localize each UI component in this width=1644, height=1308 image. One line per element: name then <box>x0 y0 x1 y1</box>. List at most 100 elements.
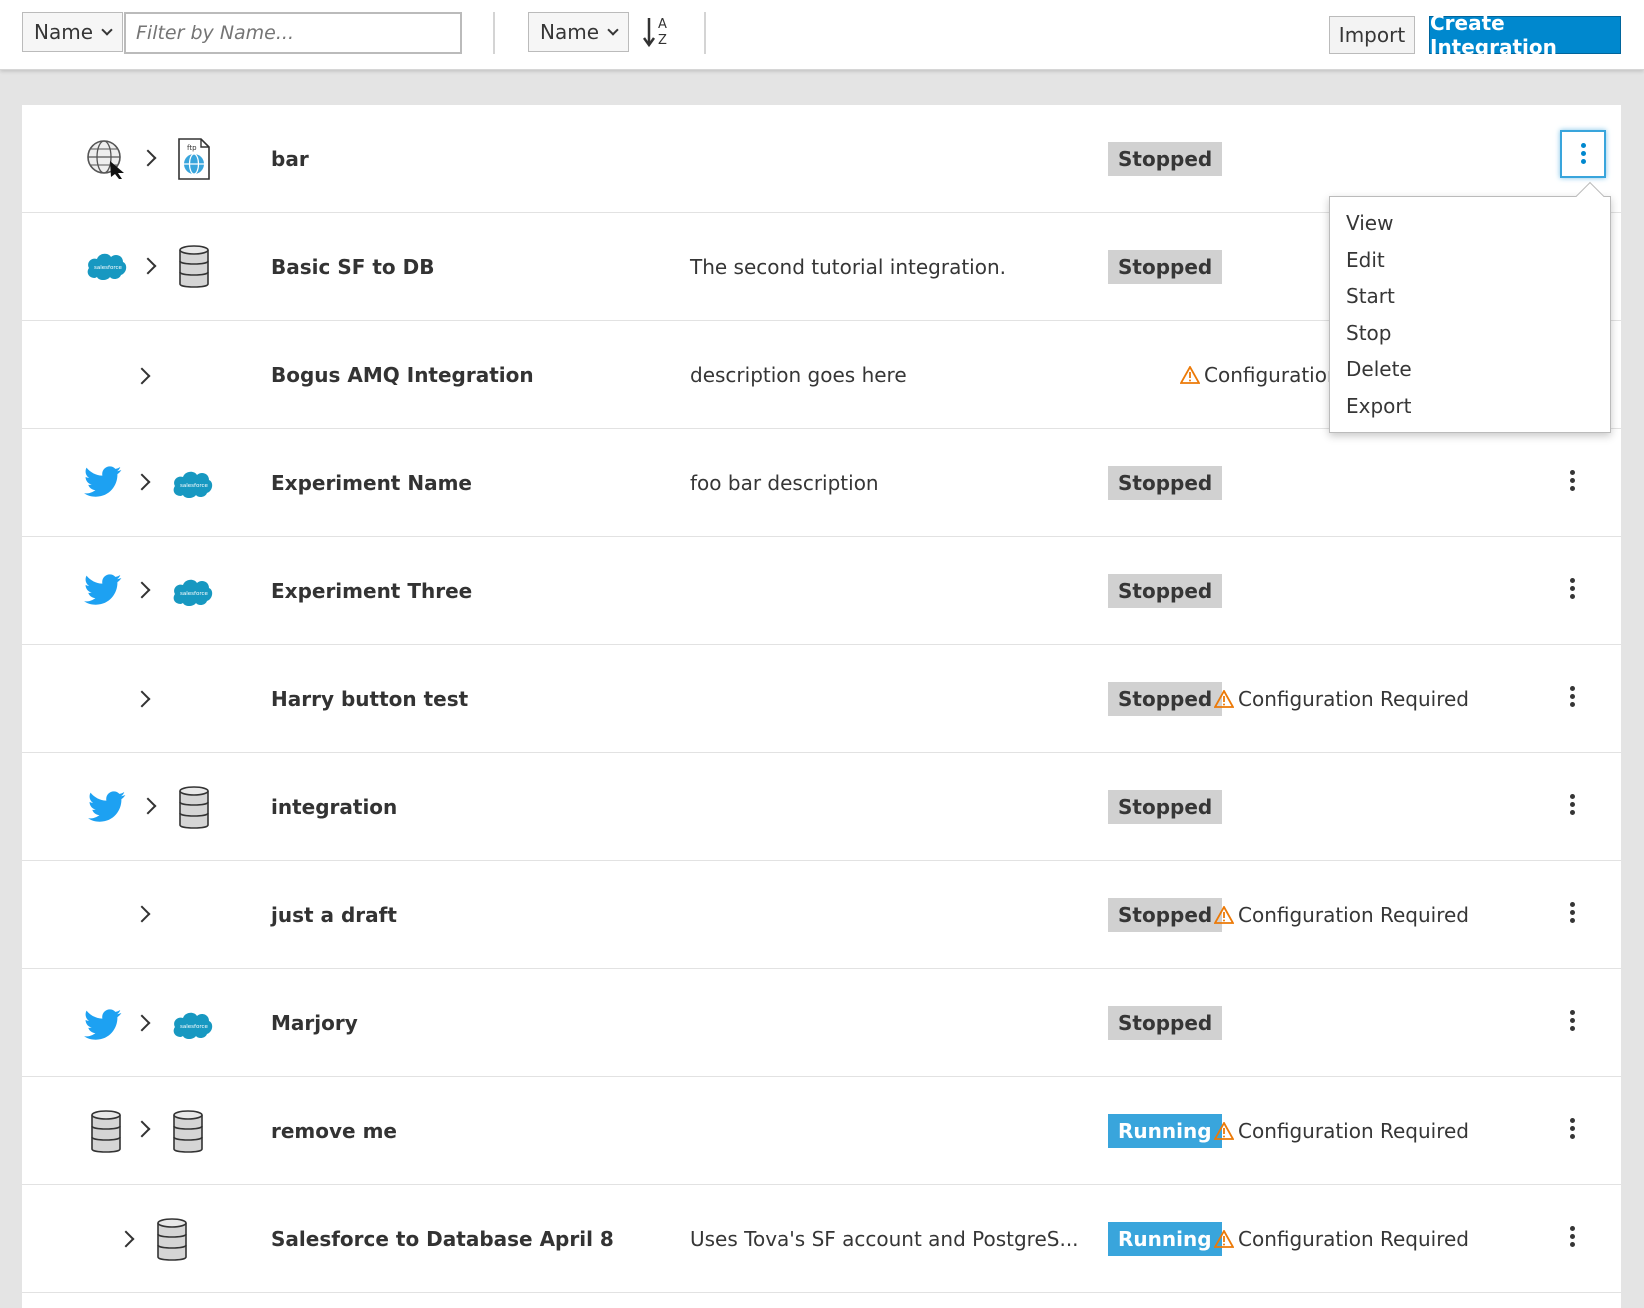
expand-chevron-icon[interactable] <box>133 581 151 599</box>
chevron-down-icon <box>607 23 619 36</box>
filter-field-label: Name <box>34 20 94 44</box>
warning-icon <box>1180 365 1200 384</box>
salesforce-icon: salesforce <box>173 579 213 606</box>
warning-text: Configuration Required <box>1238 1226 1470 1251</box>
sort-field-select[interactable]: Name <box>528 12 629 52</box>
expand-chevron-icon[interactable] <box>117 1230 135 1248</box>
webhook-globe-icon <box>87 140 124 179</box>
salesforce-icon: salesforce <box>173 471 213 498</box>
menu-item-stop[interactable]: Stop <box>1330 315 1610 352</box>
status-badge: Stopped <box>1108 573 1223 608</box>
kebab-menu-button[interactable] <box>1568 577 1576 604</box>
list-item[interactable]: Salesforce to Database April 8 Uses Tova… <box>22 1185 1621 1293</box>
warning-icon <box>1214 1121 1234 1140</box>
expand-chevron-icon[interactable] <box>133 1014 151 1032</box>
twitter-icon <box>84 574 122 605</box>
toolbar: Name Name A Z Import Create Integration <box>0 0 1644 70</box>
menu-item-export[interactable]: Export <box>1330 388 1610 425</box>
kebab-menu-button[interactable] <box>1568 1117 1576 1144</box>
sort-alpha-asc-icon[interactable]: A Z <box>643 14 673 50</box>
configuration-warning: Configuration Required <box>1214 687 1469 711</box>
list-item[interactable]: just a draft Stopped Configuration Requi… <box>22 861 1621 969</box>
import-button[interactable]: Import <box>1329 16 1415 54</box>
status-badge: Stopped <box>1108 1005 1223 1040</box>
status-badge: Stopped <box>1108 681 1223 716</box>
warning-icon <box>1214 905 1234 924</box>
ftp-icon: ftp <box>178 138 210 180</box>
svg-text:A: A <box>658 17 667 32</box>
integration-description: description goes here <box>690 362 907 387</box>
salesforce-icon: salesforce <box>87 253 127 280</box>
warning-text: Configuration Required <box>1238 902 1470 927</box>
expand-chevron-icon[interactable] <box>139 797 157 815</box>
list-item[interactable]: salesforce Experiment Name foo bar descr… <box>22 429 1621 537</box>
kebab-menu-button[interactable] <box>1568 469 1576 496</box>
integration-description: foo bar description <box>690 470 879 495</box>
configuration-warning: Configuration Required <box>1214 1119 1469 1143</box>
salesforce-label: salesforce <box>94 265 122 271</box>
menu-item-start[interactable]: Start <box>1330 278 1610 315</box>
kebab-menu-button[interactable] <box>1568 793 1576 820</box>
svg-text:Z: Z <box>658 33 667 48</box>
kebab-menu-button[interactable] <box>1568 1225 1576 1252</box>
expand-chevron-icon[interactable] <box>133 473 151 491</box>
menu-item-view[interactable]: View <box>1330 205 1610 242</box>
configuration-warning: Configuration Required <box>1214 903 1469 927</box>
integration-name[interactable]: Salesforce to Database April 8 <box>271 1227 614 1251</box>
kebab-menu-button[interactable] <box>1568 1009 1576 1036</box>
warning-text: Configuration <box>1204 362 1340 387</box>
integration-name[interactable]: just a draft <box>271 903 397 927</box>
list-item[interactable]: salesforce Experiment Three Stopped <box>22 537 1621 645</box>
expand-chevron-icon[interactable] <box>139 257 157 275</box>
integration-description: Uses Tova's SF account and PostgreS... <box>690 1226 1079 1251</box>
filter-input[interactable] <box>124 12 462 54</box>
integration-description: The second tutorial integration. <box>690 254 1007 279</box>
salesforce-label: salesforce <box>180 591 208 597</box>
toolbar-divider <box>493 12 495 54</box>
create-integration-button[interactable]: Create Integration <box>1429 11 1621 59</box>
expand-chevron-icon[interactable] <box>139 149 157 167</box>
salesforce-label: salesforce <box>180 1024 208 1030</box>
salesforce-icon: salesforce <box>173 1012 213 1039</box>
status-badge: Stopped <box>1108 789 1223 824</box>
list-item[interactable]: salesforce Marjory Stopped <box>22 969 1621 1077</box>
configuration-warning: Configuration <box>1180 363 1340 387</box>
configuration-warning: Configuration Required <box>1214 1227 1469 1251</box>
integration-name[interactable]: remove me <box>271 1119 397 1143</box>
kebab-menu-button[interactable] <box>1568 685 1576 712</box>
integration-name[interactable]: Harry button test <box>271 687 468 711</box>
integration-name[interactable]: integration <box>271 795 397 819</box>
status-badge: Stopped <box>1108 141 1223 176</box>
expand-chevron-icon[interactable] <box>133 905 151 923</box>
warning-icon <box>1214 689 1234 708</box>
salesforce-label: salesforce <box>180 483 208 489</box>
kebab-menu-button[interactable] <box>1560 130 1606 178</box>
status-badge: Stopped <box>1108 897 1223 932</box>
database-icon <box>173 1110 203 1153</box>
menu-item-edit[interactable]: Edit <box>1330 242 1610 279</box>
expand-chevron-icon[interactable] <box>133 690 151 708</box>
expand-chevron-icon[interactable] <box>133 1120 151 1138</box>
status-badge: Running <box>1108 1113 1222 1148</box>
expand-chevron-icon[interactable] <box>133 367 151 385</box>
list-item[interactable]: Harry button test Stopped Configuration … <box>22 645 1621 753</box>
filter-field-select[interactable]: Name <box>22 12 123 52</box>
twitter-icon <box>84 466 122 497</box>
status-badge: Stopped <box>1108 465 1223 500</box>
integration-name[interactable]: Marjory <box>271 1011 358 1035</box>
integration-name[interactable]: Experiment Three <box>271 579 472 603</box>
integration-name[interactable]: Basic SF to DB <box>271 255 434 279</box>
sort-field-label: Name <box>540 20 600 44</box>
integration-name[interactable]: Experiment Name <box>271 471 472 495</box>
kebab-menu-button[interactable] <box>1568 901 1576 928</box>
ftp-label: ftp <box>187 144 197 152</box>
menu-item-delete[interactable]: Delete <box>1330 351 1610 388</box>
chevron-down-icon <box>101 23 113 36</box>
list-item[interactable]: remove me Running Configuration Required <box>22 1077 1621 1185</box>
status-badge: Running <box>1108 1221 1222 1256</box>
warning-text: Configuration Required <box>1238 686 1470 711</box>
kebab-icon <box>1562 132 1604 164</box>
integration-name[interactable]: Bogus AMQ Integration <box>271 363 534 387</box>
list-item[interactable]: integration Stopped <box>22 753 1621 861</box>
integration-name[interactable]: bar <box>271 147 309 171</box>
